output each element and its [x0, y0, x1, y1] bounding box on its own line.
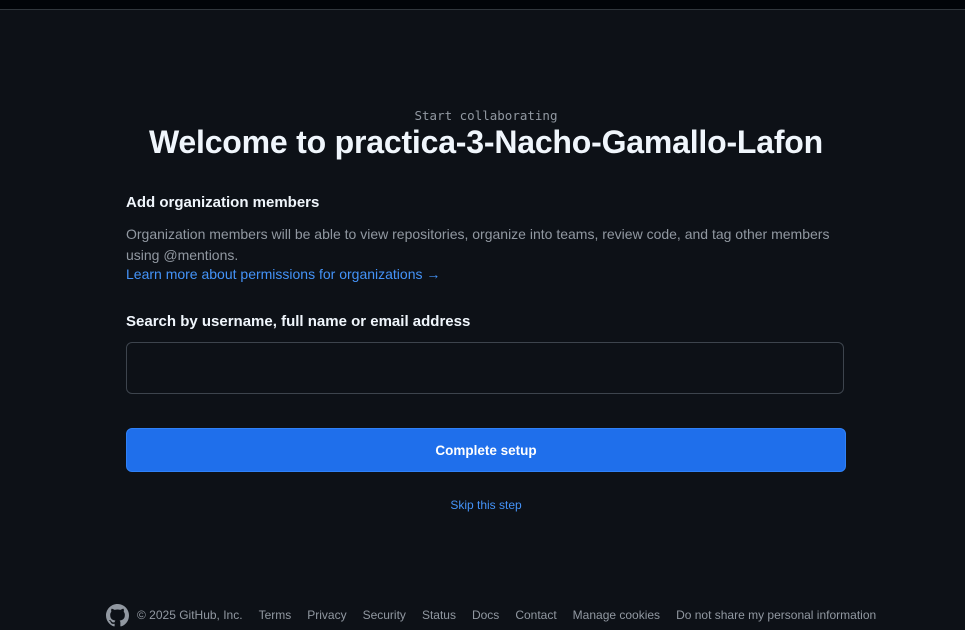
page-title: Welcome to practica-3-Nacho-Gamallo-Lafo…: [148, 124, 823, 160]
permissions-learn-more-link[interactable]: Learn more about permissions for organiz…: [126, 266, 440, 282]
page-eyebrow: Start collaborating: [414, 108, 558, 123]
footer-link-docs[interactable]: Docs: [472, 608, 499, 622]
footer-link-do-not-share[interactable]: Do not share my personal information: [676, 608, 876, 622]
footer-link-privacy[interactable]: Privacy: [307, 608, 346, 622]
site-footer: © 2025 GitHub, Inc. Terms Privacy Securi…: [106, 603, 876, 627]
members-heading: Add organization members: [126, 194, 320, 211]
footer-link-status[interactable]: Status: [422, 608, 456, 622]
skip-step-link[interactable]: Skip this step: [0, 498, 965, 512]
member-search-input[interactable]: [126, 342, 844, 394]
footer-link-manage-cookies[interactable]: Manage cookies: [573, 608, 660, 622]
complete-setup-button[interactable]: Complete setup: [126, 428, 846, 472]
github-mark-icon[interactable]: [106, 603, 129, 627]
footer-copyright: © 2025 GitHub, Inc.: [137, 608, 243, 622]
footer-link-terms[interactable]: Terms: [259, 608, 292, 622]
top-nav-bar: [0, 0, 965, 10]
members-description: Organization members will be able to vie…: [126, 226, 830, 263]
footer-link-contact[interactable]: Contact: [515, 608, 556, 622]
search-label: Search by username, full name or email a…: [126, 313, 471, 330]
footer-link-security[interactable]: Security: [363, 608, 406, 622]
